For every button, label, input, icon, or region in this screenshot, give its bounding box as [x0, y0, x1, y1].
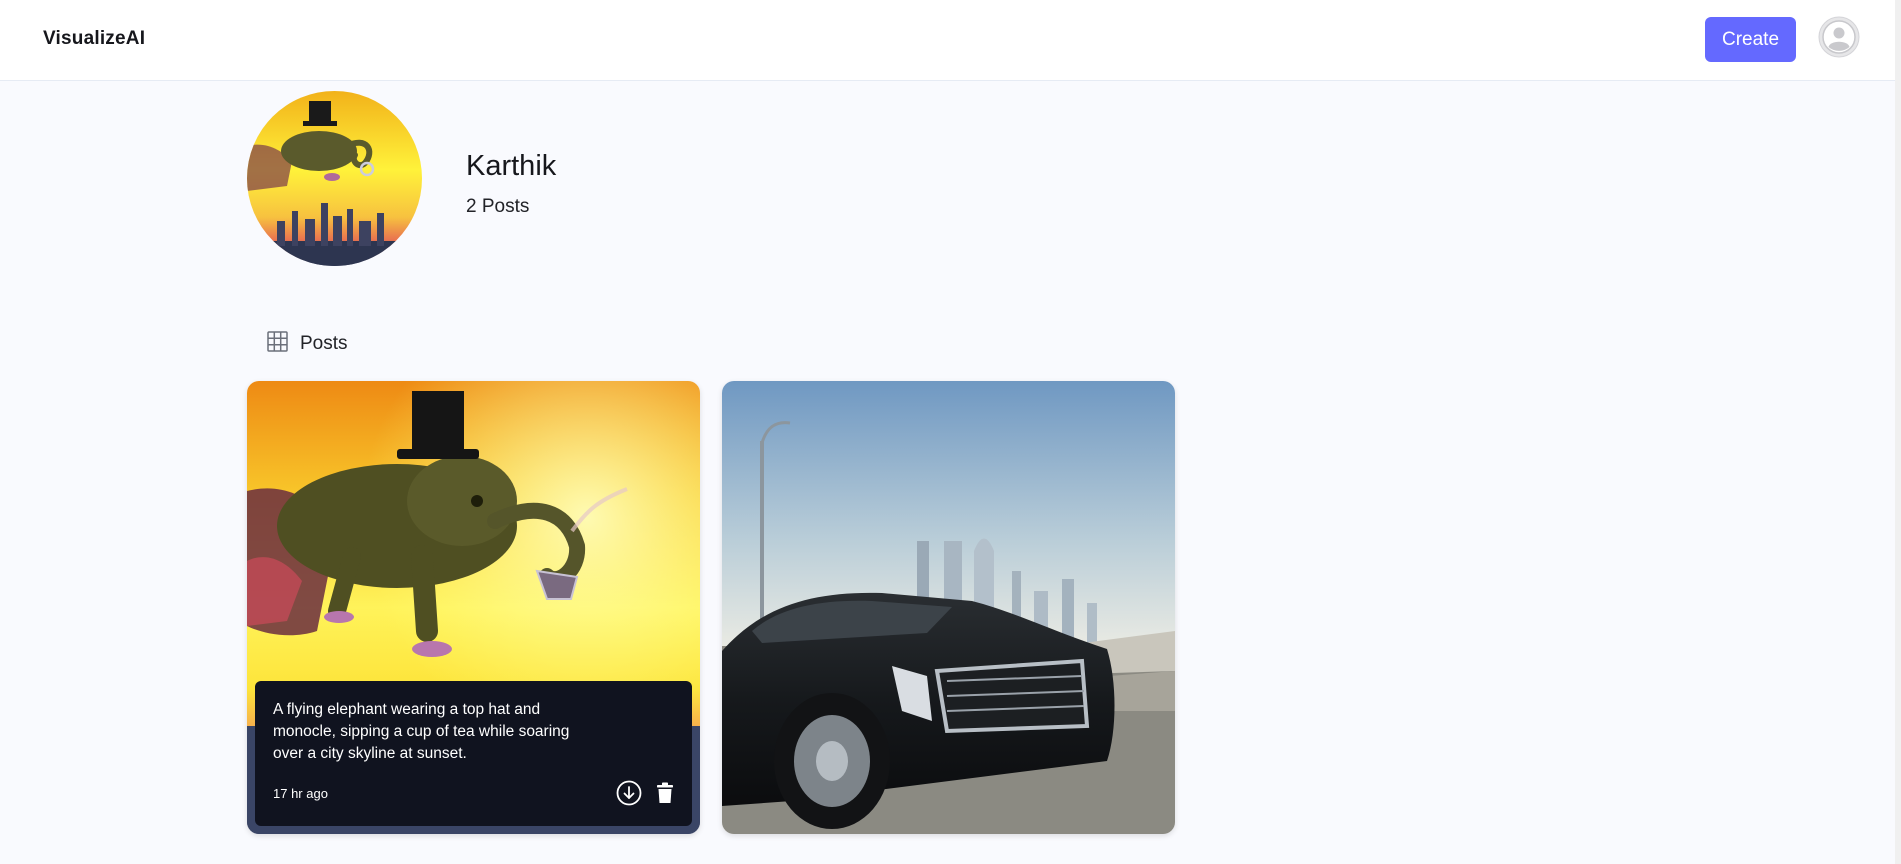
user-avatar-icon[interactable]	[1818, 16, 1860, 58]
profile-name: Karthik	[466, 150, 557, 182]
trash-icon[interactable]	[652, 780, 678, 806]
tab-posts-label: Posts	[300, 333, 348, 354]
profile-picture	[247, 91, 422, 266]
page-scrollbar[interactable]	[1895, 0, 1901, 864]
car-on-highway-image	[722, 381, 1175, 834]
create-button[interactable]: Create	[1705, 17, 1796, 62]
download-icon[interactable]	[616, 780, 642, 806]
post-prompt: A flying elephant wearing a top hat and …	[273, 701, 570, 762]
post-count: 2 Posts	[466, 196, 530, 217]
app-logo[interactable]: VisualizeAI	[43, 28, 145, 50]
post-time: 17 hr ago	[273, 785, 328, 801]
post-card[interactable]: A flying elephant wearing a top hat and …	[247, 381, 700, 834]
grid-icon	[267, 331, 288, 357]
top-navbar: VisualizeAI Create	[0, 0, 1901, 81]
post-details-overlay: A flying elephant wearing a top hat and …	[255, 681, 692, 826]
tab-posts[interactable]: Posts	[267, 331, 348, 357]
post-card[interactable]	[722, 381, 1175, 834]
